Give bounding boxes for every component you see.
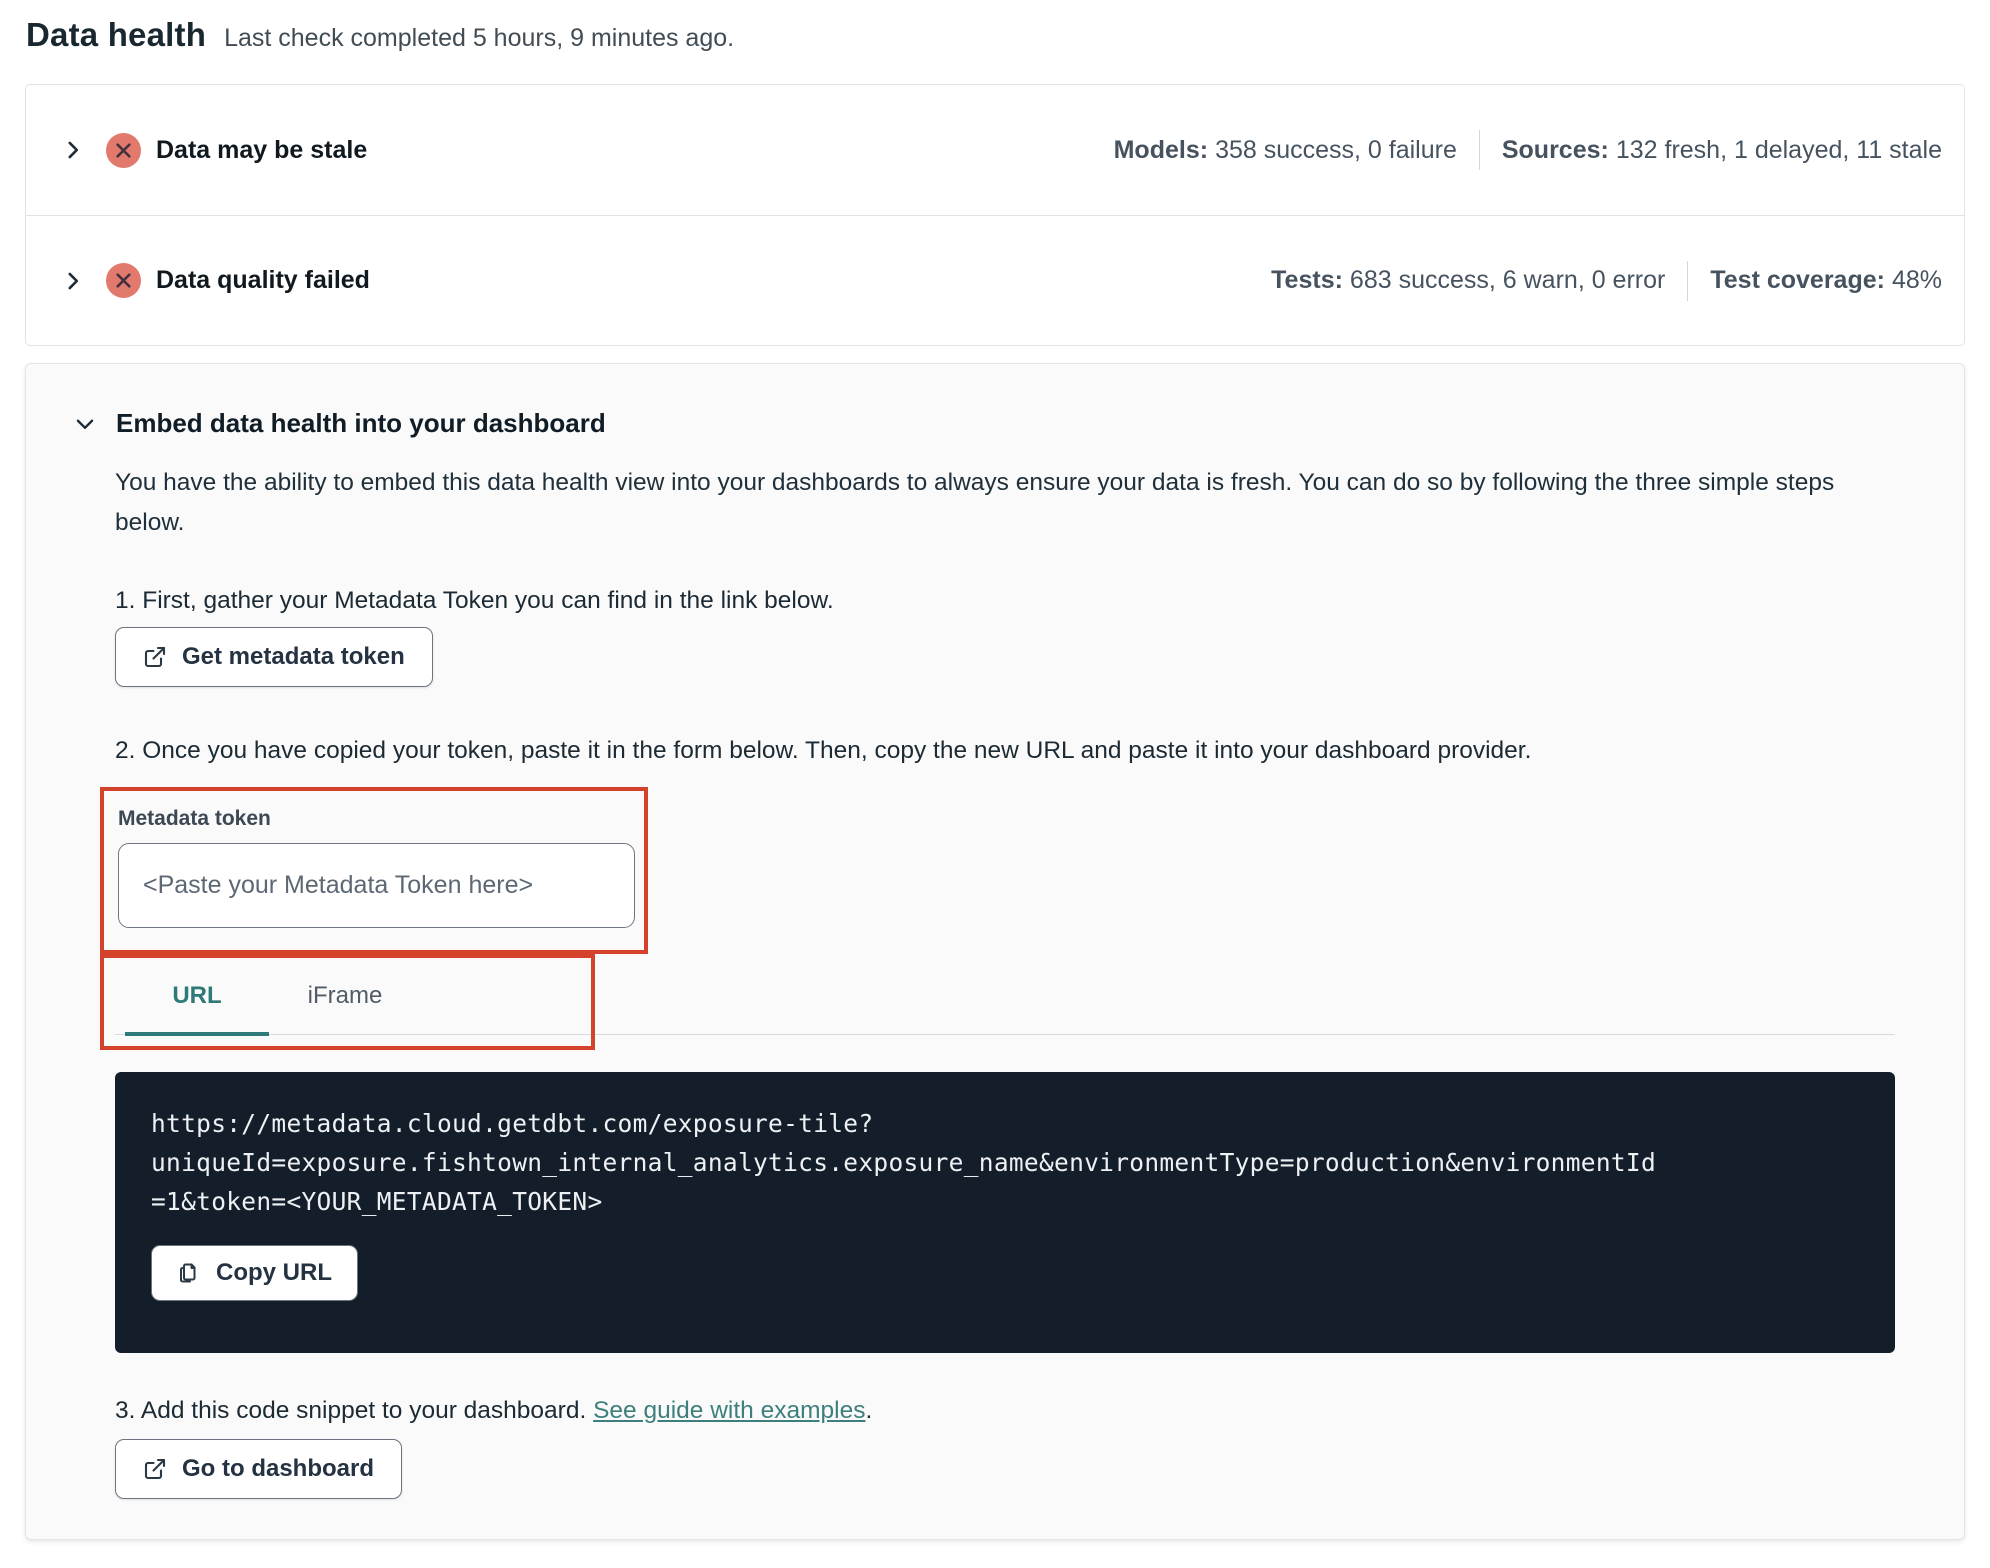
sources-stat: Sources: 132 fresh, 1 delayed, 11 stale [1501, 135, 1942, 164]
step-2-text: 2. Once you have copied your token, past… [115, 737, 1532, 764]
external-link-icon [143, 1457, 167, 1481]
external-link-icon [143, 645, 167, 669]
page-header: Data health Last check completed 5 hours… [0, 0, 1990, 54]
x-circle-icon [106, 263, 141, 298]
embed-section-header[interactable]: Embed data health into your dashboard [72, 408, 1895, 439]
last-check-status: Last check completed 5 hours, 9 minutes … [224, 24, 735, 52]
embed-section: Embed data health into your dashboard Yo… [25, 363, 1965, 1540]
metadata-token-input[interactable] [118, 843, 635, 928]
test-coverage-stat: Test coverage: 48% [1710, 266, 1942, 294]
tests-stat: Tests: 683 success, 6 warn, 0 error [1271, 266, 1666, 294]
step-3-text: 3. Add this code snippet to your dashboa… [115, 1397, 873, 1424]
status-row-stats: Tests: 683 success, 6 warn, 0 error Test … [1271, 260, 1942, 301]
stats-divider [1687, 260, 1689, 301]
annotation-box-token: Metadata token [100, 787, 648, 954]
status-row-stats: Models: 358 success, 0 failure Sources: 13… [1114, 130, 1942, 170]
step-1-text: 1. First, gather your Metadata Token you… [115, 587, 834, 614]
status-row-stale[interactable]: Data may be stale Models: 358 success, 0 … [26, 85, 1964, 215]
copy-icon [177, 1261, 201, 1285]
x-circle-icon [106, 132, 141, 168]
embed-section-title: Embed data health into your dashboard [116, 408, 606, 438]
copy-url-button[interactable]: Copy URL [151, 1245, 358, 1301]
get-metadata-token-button[interactable]: Get metadata token [115, 627, 433, 687]
chevron-right-icon[interactable] [56, 133, 90, 167]
stats-divider [1478, 130, 1480, 170]
embed-url-code-block: https://metadata.cloud.getdbt.com/exposu… [115, 1072, 1895, 1353]
page-title: Data health [26, 16, 207, 53]
guide-link[interactable]: See guide with examples [593, 1397, 865, 1424]
metadata-token-label: Metadata token [118, 807, 271, 830]
go-to-dashboard-button[interactable]: Go to dashboard [115, 1439, 402, 1499]
tab-url[interactable]: URL [123, 960, 271, 1036]
chevron-down-icon[interactable] [72, 411, 98, 437]
status-row-title: Data may be stale [156, 135, 368, 164]
code-line: https://metadata.cloud.getdbt.com/exposu… [151, 1109, 874, 1138]
code-line: =1&token=<YOUR_METADATA_TOKEN> [151, 1187, 603, 1216]
chevron-right-icon[interactable] [56, 264, 90, 298]
output-format-tabs: URL iFrame [100, 954, 1895, 1056]
status-row-quality[interactable]: Data quality failed Tests: 683 success, 6… [26, 215, 1964, 345]
code-line: uniqueId=exposure.fishtown_internal_anal… [151, 1148, 1657, 1177]
tab-strip: URL iFrame [115, 960, 1895, 1036]
embed-description: You have the ability to embed this data … [115, 469, 1835, 536]
models-stat: Models: 358 success, 0 failure [1113, 135, 1457, 164]
data-health-status-card: Data may be stale Models: 358 success, 0 … [25, 84, 1965, 346]
tab-iframe[interactable]: iFrame [271, 960, 419, 1034]
status-row-title: Data quality failed [156, 266, 370, 294]
